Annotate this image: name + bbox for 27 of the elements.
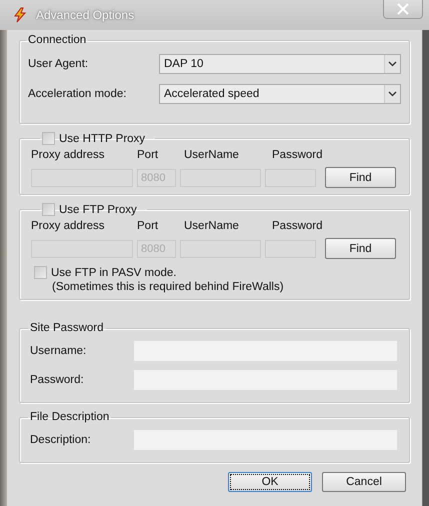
checkbox-label: Use HTTP Proxy [59,132,146,144]
field-label: Password: [30,374,85,386]
dropdown[interactable]: Accelerated speed [159,84,401,104]
column-label: Port [137,149,160,161]
column-label: UserName [184,149,240,161]
note-text: (Sometimes this is required behind FireWalls) [52,281,285,293]
column-label: UserName [184,220,240,232]
checkbox-label: Use FTP in PASV mode. [51,266,176,278]
column-label: Port [137,220,160,232]
close-button[interactable] [383,0,423,19]
column-label: Proxy address [31,220,106,232]
group-title: Site Password [29,322,105,334]
column-label: Proxy address [31,149,106,161]
group-title: Connection [27,34,88,46]
field-label: Acceleration mode: [28,88,128,100]
dropdown[interactable]: DAP 10 [159,54,401,74]
column-label: Password [272,149,324,161]
lightning-icon [12,7,28,23]
field-label: Username: [30,344,88,356]
ok-button[interactable]: OK [228,472,312,492]
close-icon[interactable] [397,2,409,14]
column-label: Password [272,220,324,232]
field-label: Description: [30,434,92,446]
checkbox-label: Use FTP Proxy [59,204,137,216]
group-title: File Description [29,411,110,423]
field-label: User Agent: [28,58,90,70]
cancel-button[interactable]: Cancel [322,472,406,492]
